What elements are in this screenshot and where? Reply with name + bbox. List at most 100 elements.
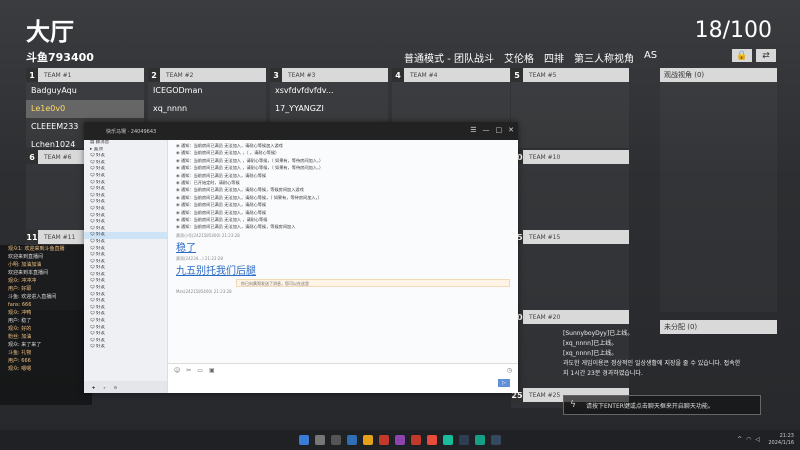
team-card[interactable]: 10TEAM #10	[511, 150, 629, 230]
qq-message-area: 通知：当前房间已满员 无法加入，请耐心等候加入游戏 通知：当前房间已满员 无法加…	[168, 140, 518, 393]
contact-item[interactable]: ▤ 群消息	[84, 140, 167, 147]
contact-item[interactable]: ☺ 好友	[84, 153, 167, 160]
add-icon[interactable]: ✚	[92, 385, 95, 390]
message-text: 九五别托我们后腿	[176, 265, 256, 277]
contact-item[interactable]: ☺ 好友	[84, 344, 167, 351]
contact-item[interactable]: ☺ 好友	[84, 232, 167, 239]
mode-label: 普通模式 - 团队战斗	[404, 54, 494, 65]
contact-item[interactable]: ☺ 好友	[84, 338, 167, 345]
chat-line: 과도한 게임이용은 정상적인 일상생활에 지장을 줄 수 있습니다. 접속한	[563, 360, 741, 367]
folder-icon[interactable]: ▭	[197, 367, 203, 374]
chat-line: [xq_nnnn]已上线。	[563, 340, 618, 347]
volume-icon[interactable]: ◁	[755, 436, 760, 443]
contact-item[interactable]: ☺ 好友	[84, 285, 167, 292]
scissors-icon[interactable]: ✂	[186, 367, 191, 374]
app-icon[interactable]	[443, 435, 453, 445]
image-icon[interactable]: ▣	[209, 367, 215, 374]
contact-item[interactable]: ☺ 好友	[84, 173, 167, 180]
chat-input[interactable]: ϟ 请按下ENTER键或点击聊天框来开启聊天功能。	[563, 395, 761, 415]
app-icon[interactable]	[379, 435, 389, 445]
contact-item[interactable]: ☺ 好友	[84, 278, 167, 285]
wifi-icon[interactable]: ◠	[746, 436, 751, 443]
emoji-icon[interactable]: ☺	[174, 367, 180, 374]
menu-icon[interactable]: ☰	[470, 126, 476, 134]
contact-item[interactable]: ☺ 好友	[84, 186, 167, 193]
contact-item[interactable]: ☺ 好友	[84, 325, 167, 332]
start-icon[interactable]	[299, 435, 309, 445]
qq-chat-window[interactable]: 快乐马場 · 24049643 ☰ — □ ✕ ▤ 群消息 ▸ 置顶 ☺ 好友 …	[84, 122, 518, 393]
player-name[interactable]: Le1e0v0	[26, 100, 144, 118]
app-icon[interactable]	[475, 435, 485, 445]
search-icon[interactable]: ⌕	[103, 385, 105, 390]
maximize-icon[interactable]: □	[496, 126, 503, 134]
qq-contact-list[interactable]: ▤ 群消息 ▸ 置顶 ☺ 好友 ☺ 好友 ☺ 好友 ☺ 好友 ☺ 好友 ☺ 好友…	[84, 140, 168, 393]
clock[interactable]: 21:23 2024/1/16	[768, 433, 794, 447]
contact-item[interactable]: ☺ 好友	[84, 160, 167, 167]
chevron-up-icon[interactable]: ^	[737, 436, 742, 443]
send-button[interactable]: ▷	[498, 379, 510, 387]
contact-item[interactable]: ☺ 好友	[84, 311, 167, 318]
contact-item[interactable]: ☺ 好友	[84, 206, 167, 213]
map-label: 艾伦格	[503, 54, 534, 65]
system-message: 通知：当前房间已满员 无法加入 ，请耐心等候	[168, 216, 518, 223]
contact-item[interactable]: ☺ 好友	[84, 180, 167, 187]
contact-item[interactable]: ☺ 好友	[84, 193, 167, 200]
player-name[interactable]: xq_nnnn	[148, 100, 266, 118]
browser-icon[interactable]	[347, 435, 357, 445]
minimize-icon[interactable]: —	[483, 126, 490, 134]
contact-item[interactable]: ☺ 好友	[84, 239, 167, 246]
contact-item[interactable]: ☺ 好友	[84, 318, 167, 325]
steam-icon[interactable]	[459, 435, 469, 445]
player-name[interactable]: xsvfdvfdvfdv...	[270, 82, 388, 100]
contact-item[interactable]: ☺ 好友	[84, 259, 167, 266]
contact-item[interactable]: ▸ 置顶	[84, 147, 167, 154]
overlay-line: 小明: 加油加油	[8, 262, 42, 268]
team-card[interactable]: 15TEAM #15	[511, 230, 629, 310]
contact-item[interactable]: ☺ 好友	[84, 292, 167, 299]
qq-titlebar[interactable]: 快乐马場 · 24049643 ☰ — □ ✕	[84, 122, 518, 140]
player-name[interactable]: ICEGODman	[148, 82, 266, 100]
app-icon[interactable]	[395, 435, 405, 445]
contact-item[interactable]: ☺ 好友	[84, 199, 167, 206]
system-message: 通知：当前房间已满员 无法加入，请耐心等候，等候房间加入	[168, 223, 518, 230]
system-tray: ^ ◠ ◁	[737, 436, 760, 443]
contact-item[interactable]: ☺ 好友	[84, 298, 167, 305]
close-icon[interactable]: ✕	[508, 126, 514, 134]
contact-item[interactable]: ☺ 好友	[84, 305, 167, 312]
folder-icon[interactable]	[363, 435, 373, 445]
history-icon[interactable]: ◷	[507, 367, 512, 374]
message-composer[interactable]: ☺ ✂ ▭ ▣ ◷ ▷	[168, 363, 518, 393]
player-name[interactable]: 17_YYANGZI	[270, 100, 388, 118]
overlay-line: 观众: 来了来了	[8, 342, 42, 348]
contact-item[interactable]: ☺ 好友	[84, 272, 167, 279]
contact-item[interactable]: ☺ 好友	[84, 331, 167, 338]
room-controls: 🔒 ⇄	[732, 49, 776, 62]
system-message: 通知：当前房间已满员 无法加入，请耐心等候加入游戏	[168, 142, 518, 149]
contact-item[interactable]: ☺ 好友	[84, 219, 167, 226]
overlay-line: 欢迎来到直播间	[8, 254, 44, 260]
contact-item[interactable]: ☺ 好友	[84, 252, 167, 259]
contact-item[interactable]: ☺ 好友	[84, 265, 167, 272]
overlay-line: 观众: 好的	[8, 326, 32, 332]
system-message: 通知：当前房间已满员 无法加入，请耐心等候	[168, 209, 518, 216]
contact-item[interactable]: ☺ 好友	[84, 226, 167, 233]
contact-item[interactable]: ☺ 好友	[84, 166, 167, 173]
chat-line: [xq_nnnn]已上线。	[563, 350, 618, 357]
team-card[interactable]: 5 TEAM #5	[511, 68, 629, 148]
swap-icon[interactable]: ⇄	[756, 49, 776, 62]
app-icon[interactable]	[427, 435, 437, 445]
spectator-header[interactable]: 观战视角 (0)	[660, 68, 777, 82]
app-icon[interactable]	[411, 435, 421, 445]
contact-item[interactable]: ☺ 好友	[84, 213, 167, 220]
taskview-icon[interactable]	[331, 435, 341, 445]
overlay-line: 观众1: 欢迎来到斗鱼直播	[8, 246, 65, 252]
overlay-line: 用户: 稳了	[8, 318, 32, 324]
app-icon[interactable]	[491, 435, 501, 445]
lock-icon[interactable]: 🔒	[732, 49, 752, 62]
search-icon[interactable]	[315, 435, 325, 445]
contact-item[interactable]: ☺ 好友	[84, 246, 167, 253]
gear-icon[interactable]: ⚙	[114, 385, 118, 390]
spectator-panel[interactable]: 观战视角 (0)	[660, 68, 777, 312]
chat-log: [SunnyboyDyy]已上线。 [xq_nnnn]已上线。 [xq_nnnn…	[563, 329, 773, 379]
player-name[interactable]: BadguyAqu	[26, 82, 144, 100]
